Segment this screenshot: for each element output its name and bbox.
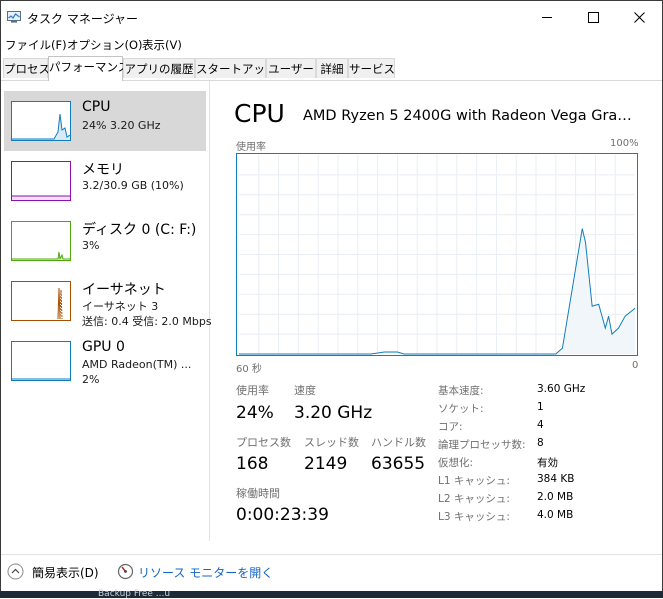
- threads-label: スレッド数: [304, 434, 359, 450]
- logical-processors-label: 論理プロセッサ数:: [438, 437, 526, 452]
- sockets-label: ソケット:: [438, 401, 484, 416]
- disk-mini-graph: [11, 221, 71, 261]
- sidebar-item-memory[interactable]: メモリ 3.2/30.9 GB (10%): [1, 151, 208, 211]
- virtualization-value: 有効: [537, 455, 558, 470]
- speed-value: 3.20 GHz: [294, 403, 372, 423]
- base-speed-label: 基本速度:: [438, 383, 484, 398]
- open-resource-monitor-link[interactable]: リソース モニターを開く: [138, 564, 273, 581]
- sidebar-item-detail: 3.2/30.9 GB (10%): [82, 179, 184, 192]
- l1-cache-label: L1 キャッシュ:: [438, 473, 510, 488]
- ethernet-mini-graph: [11, 281, 71, 321]
- processes-label: プロセス数: [236, 434, 291, 450]
- cpu-usage-graph: [236, 153, 638, 356]
- sidebar-item-detail-2: 2%: [82, 373, 99, 386]
- memory-mini-graph: [11, 161, 71, 201]
- minimize-icon: [542, 12, 553, 23]
- sidebar-item-detail: 3%: [82, 239, 99, 252]
- gpu-mini-graph: [11, 341, 71, 381]
- sidebar-item-detail: 24% 3.20 GHz: [82, 119, 161, 132]
- sidebar-item-gpu[interactable]: GPU 0 AMD Radeon(TM) ... 2%: [1, 331, 208, 391]
- graph-max-label: 100%: [610, 138, 639, 149]
- cpu-performance-panel: CPU AMD Ryzen 5 2400G with Radeon Vega G…: [210, 81, 662, 541]
- speed-label: 速度: [294, 382, 316, 398]
- l3-cache-label: L3 キャッシュ:: [438, 509, 510, 524]
- tab-bar: プロセス パフォーマンス アプリの履歴 スタートアップ ユーザー 詳細 サービス: [1, 56, 662, 81]
- tab-users[interactable]: ユーザー: [266, 58, 316, 78]
- close-icon: [634, 12, 645, 23]
- sidebar-item-detail: AMD Radeon(TM) ...: [82, 358, 191, 371]
- sidebar-item-label: ディスク 0 (C: F:): [82, 219, 196, 239]
- sidebar-item-detail-2: 送信: 0.4 受信: 2.0 Mbps: [82, 313, 212, 329]
- menu-bar: ファイル(F) オプション(O) 表示(V): [1, 34, 662, 54]
- cores-value: 4: [537, 419, 544, 431]
- task-manager-icon: [7, 11, 21, 23]
- sockets-value: 1: [537, 401, 544, 413]
- resource-monitor-icon: [117, 563, 134, 580]
- tab-app-history[interactable]: アプリの履歴: [123, 58, 195, 78]
- uptime-value: 0:00:23:39: [236, 505, 329, 525]
- handles-value: 63655: [371, 454, 425, 474]
- graph-x-zero-label: 0: [632, 360, 638, 371]
- sidebar-item-label: メモリ: [82, 159, 124, 179]
- usage-label: 使用率: [236, 382, 269, 398]
- fewer-details-button[interactable]: 簡易表示(D): [32, 564, 99, 581]
- cpu-model-name: AMD Ryzen 5 2400G with Radeon Vega Graph…: [303, 108, 640, 124]
- l3-cache-value: 4.0 MB: [537, 509, 573, 521]
- page-title: CPU: [234, 99, 285, 128]
- close-button[interactable]: [616, 1, 662, 33]
- usage-value: 24%: [236, 403, 274, 423]
- cores-label: コア:: [438, 419, 463, 434]
- resource-sidebar: CPU 24% 3.20 GHz メモリ 3.2/30.9 GB (10%) デ…: [1, 81, 210, 541]
- tab-processes[interactable]: プロセス: [3, 58, 48, 78]
- menu-file[interactable]: ファイル(F): [5, 37, 67, 53]
- window-title: タスク マネージャー: [27, 10, 138, 27]
- sidebar-item-label: CPU: [82, 99, 110, 115]
- sidebar-item-label: GPU 0: [82, 339, 125, 355]
- sidebar-item-cpu[interactable]: CPU 24% 3.20 GHz: [4, 91, 206, 151]
- sidebar-item-disk[interactable]: ディスク 0 (C: F:) 3%: [1, 211, 208, 271]
- tab-details[interactable]: 詳細: [316, 58, 348, 78]
- virtualization-label: 仮想化:: [438, 455, 473, 470]
- bottom-bar: 簡易表示(D) リソース モニターを開く: [1, 554, 662, 589]
- l1-cache-value: 384 KB: [537, 473, 574, 485]
- processes-value: 168: [236, 454, 268, 474]
- logical-processors-value: 8: [537, 437, 544, 449]
- title-bar[interactable]: タスク マネージャー: [1, 1, 662, 34]
- cpu-mini-graph: [11, 101, 71, 141]
- tab-services[interactable]: サービス: [348, 58, 395, 78]
- maximize-icon: [588, 12, 599, 23]
- tab-startup[interactable]: スタートアップ: [195, 58, 266, 78]
- base-speed-value: 3.60 GHz: [537, 383, 585, 395]
- tab-performance[interactable]: パフォーマンス: [48, 56, 123, 81]
- task-manager-window: タスク マネージャー ファイル(F) オプション(O) 表示(V) プロセス パ…: [0, 0, 663, 592]
- sidebar-item-ethernet[interactable]: イーサネット イーサネット 3 送信: 0.4 受信: 2.0 Mbps: [1, 271, 208, 331]
- maximize-button[interactable]: [570, 1, 616, 33]
- menu-options[interactable]: オプション(O): [67, 37, 143, 53]
- threads-value: 2149: [304, 454, 347, 474]
- minimize-button[interactable]: [524, 1, 570, 33]
- graph-x-span-label: 60 秒: [236, 360, 262, 375]
- chevron-up-icon[interactable]: [7, 563, 24, 580]
- l2-cache-label: L2 キャッシュ:: [438, 491, 510, 506]
- sidebar-item-label: イーサネット: [82, 279, 166, 299]
- uptime-label: 稼働時間: [236, 485, 280, 501]
- handles-label: ハンドル数: [371, 434, 426, 450]
- graph-y-label: 使用率: [236, 138, 266, 153]
- sidebar-item-detail: イーサネット 3: [82, 298, 158, 314]
- l2-cache-value: 2.0 MB: [537, 491, 573, 503]
- menu-view[interactable]: 表示(V): [142, 37, 182, 53]
